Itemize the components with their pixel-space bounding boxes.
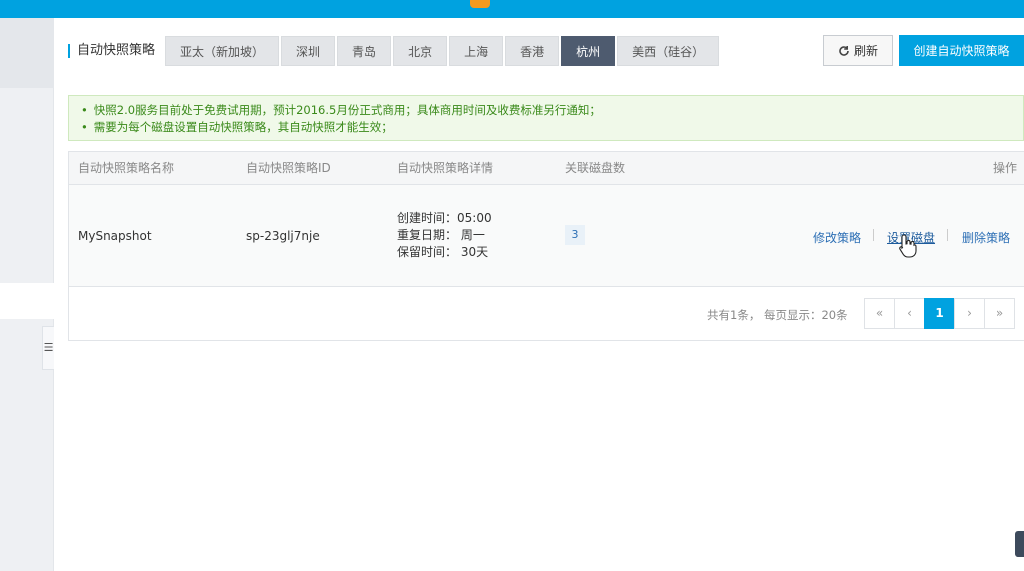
sidebar-toggle-icon[interactable]: ☰ xyxy=(42,326,54,370)
policy-details: 创建时间：05:00 重复日期： 周一 保留时间： 30天 xyxy=(397,210,492,261)
column-header: 自动快照策略名称 xyxy=(78,161,175,175)
region-tab[interactable]: 北京 xyxy=(393,36,448,66)
detail-create-time: 创建时间：05:00 xyxy=(397,211,492,225)
delete-policy-link[interactable]: 删除策略 xyxy=(962,229,1010,246)
column-header: 自动快照策略ID xyxy=(246,161,331,175)
notification-indicator[interactable] xyxy=(470,0,490,8)
region-tab[interactable]: 美西（硅谷） xyxy=(617,36,720,66)
column-header: 关联磁盘数 xyxy=(565,161,626,175)
policy-id: sp-23glj7nje xyxy=(246,229,320,243)
prev-page-button[interactable]: ‹ xyxy=(894,298,925,329)
table-header: 自动快照策略名称 自动快照策略ID 自动快照策略详情 关联磁盘数 操作 xyxy=(69,152,1024,185)
pagination-summary: 共有1条， 每页显示：20条 xyxy=(707,308,848,322)
column-header: 自动快照策略详情 xyxy=(397,161,494,175)
region-tab-active[interactable]: 杭州 xyxy=(561,36,616,66)
action-separator xyxy=(873,229,874,241)
refresh-label: 刷新 xyxy=(853,44,878,58)
create-policy-button[interactable]: 创建自动快照策略 xyxy=(899,35,1024,66)
title-row: 自动快照策略 亚太（新加坡） 深圳 青岛 北京 上海 香港 杭州 美西（硅谷） xyxy=(68,36,721,66)
edit-policy-link[interactable]: 修改策略 xyxy=(813,229,861,246)
detail-repeat-day: 重复日期： 周一 xyxy=(397,228,485,242)
notice-item: 快照2.0服务目前处于免费试用期，预计2016.5月份正式商用；具体商用时间及收… xyxy=(81,102,1023,119)
first-page-button[interactable]: « xyxy=(864,298,895,329)
notice-item: 需要为每个磁盘设置自动快照策略，其自动快照才能生效； xyxy=(81,119,1023,136)
sidebar-section xyxy=(0,18,54,88)
hand-cursor-icon xyxy=(899,234,917,258)
page-title: 自动快照策略 xyxy=(68,44,155,58)
policy-name: MySnapshot xyxy=(78,229,152,243)
top-nav-bar xyxy=(0,0,1024,18)
sidebar-active-item[interactable] xyxy=(0,283,54,319)
notice-box: 快照2.0服务目前处于免费试用期，预计2016.5月份正式商用；具体商用时间及收… xyxy=(68,95,1024,141)
region-tab[interactable]: 亚太（新加坡） xyxy=(165,36,280,66)
region-tab[interactable]: 深圳 xyxy=(281,36,336,66)
table-row: MySnapshot sp-23glj7nje 创建时间：05:00 重复日期：… xyxy=(69,185,1024,287)
region-tab[interactable]: 青岛 xyxy=(337,36,392,66)
region-tab[interactable]: 上海 xyxy=(449,36,504,66)
detail-retention: 保留时间： 30天 xyxy=(397,245,489,259)
last-page-button[interactable]: » xyxy=(984,298,1015,329)
refresh-icon xyxy=(839,45,849,56)
next-page-button[interactable]: › xyxy=(954,298,985,329)
feedback-tab[interactable] xyxy=(1015,531,1024,557)
region-tabs: 亚太（新加坡） 深圳 青岛 北京 上海 香港 杭州 美西（硅谷） xyxy=(165,36,721,66)
left-sidebar: ☰ xyxy=(0,18,54,571)
refresh-button[interactable]: 刷新 xyxy=(823,35,893,66)
region-tab[interactable]: 香港 xyxy=(505,36,560,66)
column-header: 操作 xyxy=(993,161,1018,175)
action-separator xyxy=(947,229,948,241)
disk-count-badge[interactable]: 3 xyxy=(565,225,585,245)
page-number-button[interactable]: 1 xyxy=(924,298,955,329)
